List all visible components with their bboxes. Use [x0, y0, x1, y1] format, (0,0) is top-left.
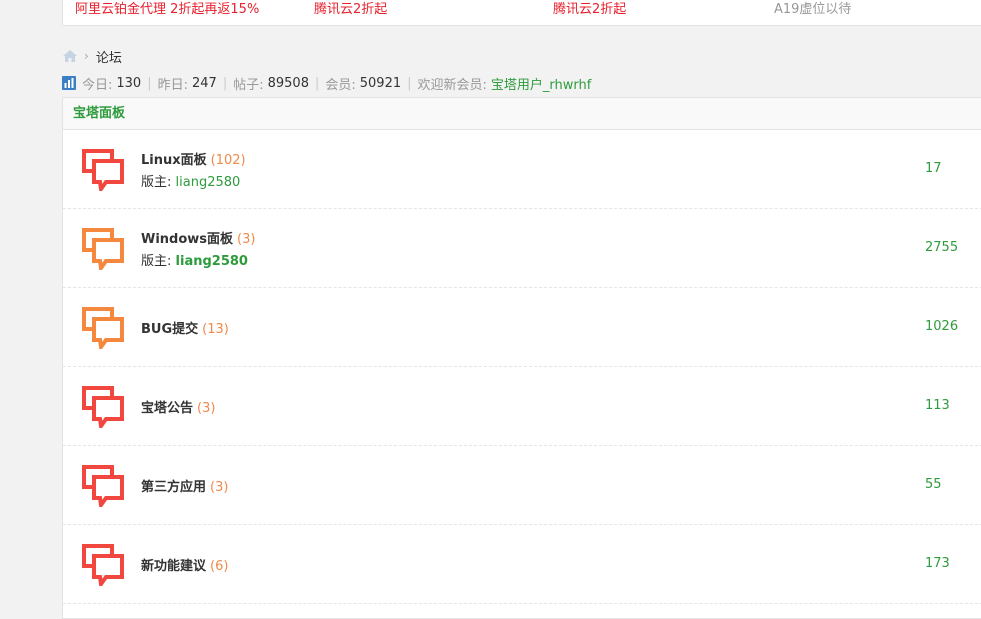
stat-today-value: 130	[116, 75, 142, 91]
forum-stats: 今日: 130 | 昨日: 247 | 帖子: 89508 | 会员: 5092…	[62, 74, 591, 93]
forum-today-count: (6)	[210, 558, 229, 574]
forum-title-link[interactable]: 第三方应用	[141, 480, 206, 495]
breadcrumb: › 论坛	[62, 47, 122, 66]
forum-row: 第三方应用 (3) 55	[63, 446, 981, 525]
forum-today-count: (3)	[210, 479, 229, 495]
ad-bar: 阿里云铂金代理 2折起再返15% 腾讯云2折起 腾讯云2折起 A19虚位以待	[62, 0, 981, 26]
breadcrumb-current[interactable]: 论坛	[96, 47, 122, 66]
ad-link-vacant[interactable]: A19虚位以待	[774, 0, 851, 17]
forum-chat-icon[interactable]	[82, 386, 124, 428]
newest-member-link[interactable]: 宝塔用户_rhwrhf	[491, 74, 591, 93]
forum-title-link[interactable]: Linux面板	[141, 153, 207, 168]
forum-post-count: 1026	[925, 319, 959, 334]
forum-moderator: 版主: liang2580	[141, 171, 246, 190]
forum-title-link[interactable]: BUG提交	[141, 322, 198, 337]
stat-members-label: 会员:	[325, 77, 356, 93]
forum-today-count: (3)	[237, 231, 256, 247]
ad-link-tencent-2[interactable]: 腾讯云2折起	[553, 0, 626, 17]
forum-today-count: (3)	[197, 400, 216, 416]
forum-moderator: 版主: liang2580	[141, 250, 255, 269]
stat-yesterday-value: 247	[192, 75, 217, 91]
forum-info: BUG提交 (13)	[141, 288, 229, 366]
forum-post-count: 17	[925, 161, 942, 176]
forum-row: 新功能建议 (6) 173	[63, 525, 981, 604]
forum-today-count: (13)	[202, 321, 229, 337]
home-icon[interactable]	[62, 49, 78, 63]
ad-link-aliyun[interactable]: 阿里云铂金代理 2折起再返15%	[75, 0, 259, 17]
forum-post-count: 55	[925, 477, 942, 492]
section-title[interactable]: 宝塔面板	[63, 98, 981, 130]
moderator-link[interactable]: liang2580	[176, 175, 241, 190]
forum-section-panel: 宝塔面板 Linux面板 (102) 版主: liang2580 17 Windows面…	[62, 97, 981, 619]
forum-chat-icon[interactable]	[82, 544, 124, 586]
stat-today-label: 今日:	[82, 77, 113, 93]
stat-posts-label: 帖子:	[233, 77, 264, 93]
ad-link-tencent-1[interactable]: 腾讯云2折起	[314, 0, 387, 17]
forum-post-count: 173	[925, 556, 950, 571]
forum-info: Windows面板 (3) 版主: liang2580	[141, 209, 255, 287]
moderator-label: 版主:	[141, 174, 172, 190]
forum-title-link[interactable]: Windows面板	[141, 232, 233, 247]
forum-title-link[interactable]: 新功能建议	[141, 559, 206, 574]
stat-posts-value: 89508	[267, 75, 309, 91]
stat-members-value: 50921	[359, 75, 402, 91]
bar-chart-icon	[62, 76, 76, 90]
forum-info: 宝塔公告 (3)	[141, 367, 215, 445]
forum-row: Windows面板 (3) 版主: liang2580 2755	[63, 209, 981, 288]
forum-info: 新功能建议 (6)	[141, 525, 228, 603]
moderator-label: 版主:	[141, 253, 172, 269]
forum-title-link[interactable]: 宝塔公告	[141, 401, 193, 416]
forum-info: 第三方应用 (3)	[141, 446, 228, 524]
forum-info: Linux面板 (102) 版主: liang2580	[141, 130, 246, 208]
forum-post-count: 2755	[925, 240, 959, 255]
forum-post-count: 113	[925, 398, 950, 413]
forum-row: 宝塔公告 (3) 113	[63, 367, 981, 446]
forum-row: Linux面板 (102) 版主: liang2580 17	[63, 130, 981, 209]
forum-today-count: (102)	[210, 152, 246, 168]
forum-chat-icon[interactable]	[82, 307, 124, 349]
forum-chat-icon[interactable]	[82, 228, 124, 270]
forum-list: Linux面板 (102) 版主: liang2580 17 Windows面板 (3) 版…	[63, 130, 981, 604]
forum-chat-icon[interactable]	[82, 465, 124, 507]
forum-chat-icon[interactable]	[82, 149, 124, 191]
stat-yesterday-label: 昨日:	[157, 77, 188, 93]
moderator-link[interactable]: liang2580	[176, 254, 248, 269]
forum-row: BUG提交 (13) 1026	[63, 288, 981, 367]
stat-welcome-label: 欢迎新会员:	[417, 77, 487, 93]
breadcrumb-separator: ›	[84, 49, 89, 63]
